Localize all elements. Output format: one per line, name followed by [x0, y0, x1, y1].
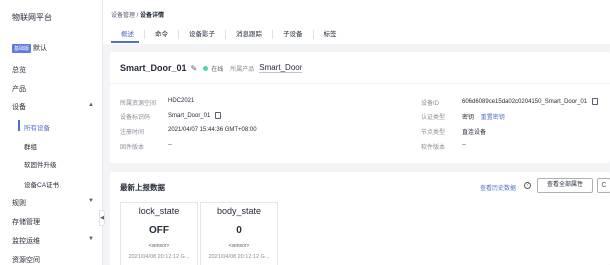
device-info-card: Smart_Door_01 ✎ 在线 所属产品 Smart_Door 所属资源空… — [110, 52, 610, 163]
device-header: Smart_Door_01 ✎ 在线 所属产品 Smart_Door — [120, 63, 303, 73]
instance-label: 默认 — [33, 45, 48, 52]
sidebar-item-firmware[interactable]: 软固件升级 — [24, 159, 57, 169]
copy-icon[interactable] — [592, 98, 599, 105]
device-id-label: 设备ID — [421, 101, 440, 107]
sidebar-item-product[interactable]: 产品 — [12, 84, 26, 94]
sidebar-item-ca-cert[interactable]: 设备CA证书 — [24, 179, 59, 189]
property-name: body_state — [216, 206, 262, 216]
device-id-value: 606d6089ce15da02c0204150_Smart_Door_01 — [462, 99, 588, 106]
reg-time-label: 注册时间 — [120, 130, 145, 136]
property-card-body-state: body_state 0 <sensor> 2021/04/08 20:12:1… — [200, 202, 278, 265]
device-id-wrap: 606d6089ce15da02c0204150_Smart_Door_01 — [462, 98, 599, 106]
reset-secret-link[interactable]: 重置密钥 — [481, 115, 505, 121]
tab-commands[interactable]: 命令 — [145, 30, 179, 39]
software-label: 软件版本 — [421, 145, 446, 151]
tab-device-shadow[interactable]: 设备影子 — [179, 30, 226, 39]
sidebar-item-rules[interactable]: 规则 — [12, 198, 26, 208]
node-id-wrap: Smart_Door_01 — [168, 112, 222, 120]
firmware-value: -- — [168, 142, 172, 148]
chevron-up-icon[interactable]: ▲ — [88, 102, 94, 108]
instance-tag: 基础版 — [12, 43, 32, 53]
node-id-value: Smart_Door_01 — [168, 113, 211, 120]
active-tab-underline — [111, 41, 139, 43]
auth-type-value: 密钥 — [462, 115, 475, 121]
info-row: 设备标识码 Smart_Door_01 — [120, 112, 222, 121]
property-value: 0 — [236, 225, 242, 236]
brand-title: 物联网平台 — [12, 13, 52, 22]
sidebar-item-storage[interactable]: 存储管理 — [12, 217, 40, 227]
active-indicator — [18, 120, 20, 131]
breadcrumb: 设备管理 / 设备详情 — [111, 10, 164, 19]
refresh-button[interactable]: C — [597, 178, 610, 193]
sidebar: 物联网平台 基础版 默认 总览 产品 设备 ▲ 所有设备 群组 软固件升级 设备… — [0, 0, 105, 265]
product-link[interactable]: Smart_Door — [259, 63, 303, 73]
breadcrumb-current: 设备详情 — [140, 13, 165, 19]
property-time: 2021/04/08 20:12:12 G... — [128, 254, 190, 260]
online-status-dot — [203, 65, 209, 71]
page-header: 设备管理 / 设备详情 概述 命令 设备影子 消息跟踪 子设备 标签 — [103, 0, 610, 44]
chevron-down-icon[interactable]: ▼ — [88, 236, 94, 242]
property-service: <sensor> — [228, 243, 250, 249]
property-service: <sensor> — [148, 243, 170, 249]
device-status: 在线 — [211, 66, 224, 73]
tab-message-trace[interactable]: 消息跟踪 — [226, 30, 273, 39]
copy-icon[interactable] — [215, 112, 222, 119]
property-name: lock_state — [138, 206, 180, 216]
sidebar-item-overview[interactable]: 总览 — [12, 65, 26, 75]
view-all-properties-button[interactable]: 查看全部属性 — [537, 178, 593, 193]
collapse-sidebar-button[interactable]: ◀ — [99, 210, 105, 226]
tab-child-devices[interactable]: 子设备 — [273, 30, 314, 39]
sidebar-item-resource-space[interactable]: 资源空间 — [12, 255, 40, 265]
property-value: OFF — [149, 225, 169, 236]
sidebar-item-group[interactable]: 群组 — [24, 141, 37, 151]
node-type-label: 节点类型 — [421, 130, 446, 136]
product-label: 所属产品 — [230, 66, 255, 73]
node-type-value: 直连设备 — [462, 130, 487, 136]
help-icon[interactable]: ? — [524, 182, 531, 189]
sidebar-item-device[interactable]: 设备 — [12, 102, 26, 112]
node-id-label: 设备标识码 — [120, 115, 151, 121]
resource-space-value: HDC2021 — [168, 98, 195, 104]
edit-icon[interactable]: ✎ — [191, 64, 198, 73]
device-name: Smart_Door_01 — [120, 63, 187, 73]
resource-space-label: 所属资源空间 — [120, 101, 157, 107]
latest-data-title: 最新上报数据 — [120, 183, 165, 192]
firmware-label: 固件版本 — [120, 145, 145, 151]
info-row: 认证类型 密钥 重置密钥 — [421, 112, 505, 121]
divider — [110, 83, 610, 84]
history-data-link[interactable]: 查看历史数据 — [480, 183, 516, 192]
tab-overview[interactable]: 概述 — [111, 30, 145, 39]
latest-data-card: 最新上报数据 查看历史数据 ? 查看全部属性 C lock_state OFF … — [110, 172, 610, 265]
property-time: 2021/04/08 20:12:12 G... — [208, 254, 270, 260]
auth-type-label: 认证类型 — [421, 115, 446, 121]
info-row: 注册时间 2021/04/07 15:44:36 GMT+08:00 — [120, 127, 257, 136]
property-card-lock-state: lock_state OFF <sensor> 2021/04/08 20:12… — [120, 202, 198, 265]
chevron-down-icon[interactable]: ▼ — [88, 198, 94, 204]
info-row: 节点类型 直连设备 — [421, 127, 486, 136]
info-row: 软件版本 -- — [421, 142, 466, 151]
auth-type-wrap: 密钥 重置密钥 — [462, 112, 505, 121]
reg-time-value: 2021/04/07 15:44:36 GMT+08:00 — [168, 127, 257, 133]
tab-tags[interactable]: 标签 — [314, 30, 347, 39]
breadcrumb-parent[interactable]: 设备管理 — [111, 13, 135, 19]
tab-bar: 概述 命令 设备影子 消息跟踪 子设备 标签 — [111, 30, 347, 39]
info-row: 固件版本 -- — [120, 142, 172, 151]
info-row: 设备ID 606d6089ce15da02c0204150_Smart_Door… — [421, 98, 599, 107]
sidebar-item-monitor[interactable]: 监控运维 — [12, 236, 40, 246]
sidebar-item-all-devices[interactable]: 所有设备 — [24, 122, 50, 132]
software-value: -- — [462, 142, 466, 148]
info-row: 所属资源空间 HDC2021 — [120, 98, 194, 107]
instance-selector[interactable]: 基础版 默认 — [12, 43, 47, 53]
